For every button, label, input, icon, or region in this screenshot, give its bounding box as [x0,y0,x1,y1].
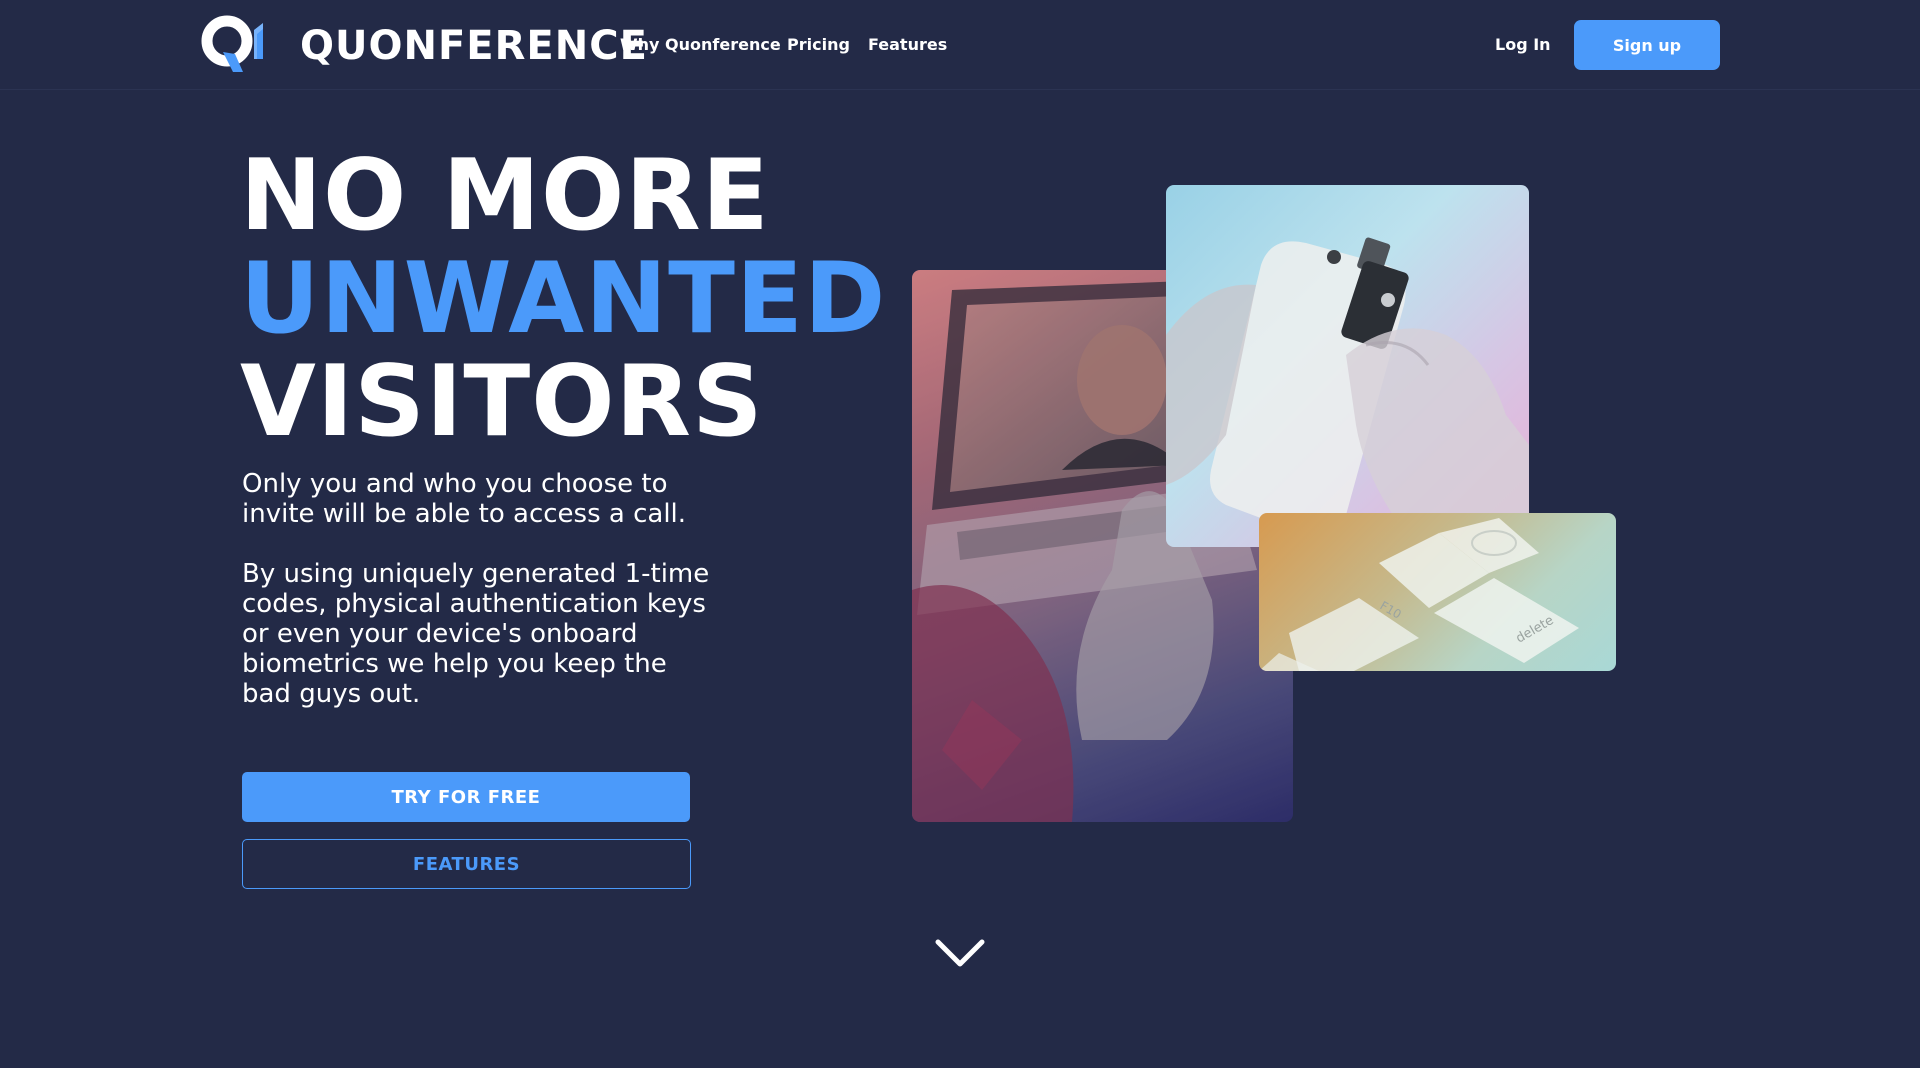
headline-line-2: UNWANTED [240,242,887,356]
headline-line-3: VISITORS [240,345,764,459]
signup-button[interactable]: Sign up [1574,20,1720,70]
site-header: QUONFERENCE Why Quonference Pricing Feat… [0,0,1920,90]
headline-line-1: NO MORE [240,139,770,253]
hero-lead-paragraph: Only you and who you choose to invite wi… [242,469,687,529]
quonference-logo-icon[interactable] [199,14,269,76]
nav-features[interactable]: Features [868,34,947,56]
try-for-free-button[interactable]: TRY FOR FREE [242,772,690,822]
nav-pricing[interactable]: Pricing [787,34,850,56]
login-link[interactable]: Log In [1495,34,1551,56]
hero-detail-paragraph: By using uniquely generated 1-time codes… [242,559,710,709]
nav-why-quonference[interactable]: Why Quonference [620,34,781,56]
brand-name[interactable]: QUONFERENCE [300,20,648,72]
phone-security-key-photo [1166,185,1529,547]
features-button[interactable]: FEATURES [242,839,691,889]
chevron-down-icon[interactable] [934,936,986,970]
keyboard-keys-photo: F10 delete [1259,513,1616,671]
hero-headline: NO MORE UNWANTED VISITORS [240,145,886,454]
